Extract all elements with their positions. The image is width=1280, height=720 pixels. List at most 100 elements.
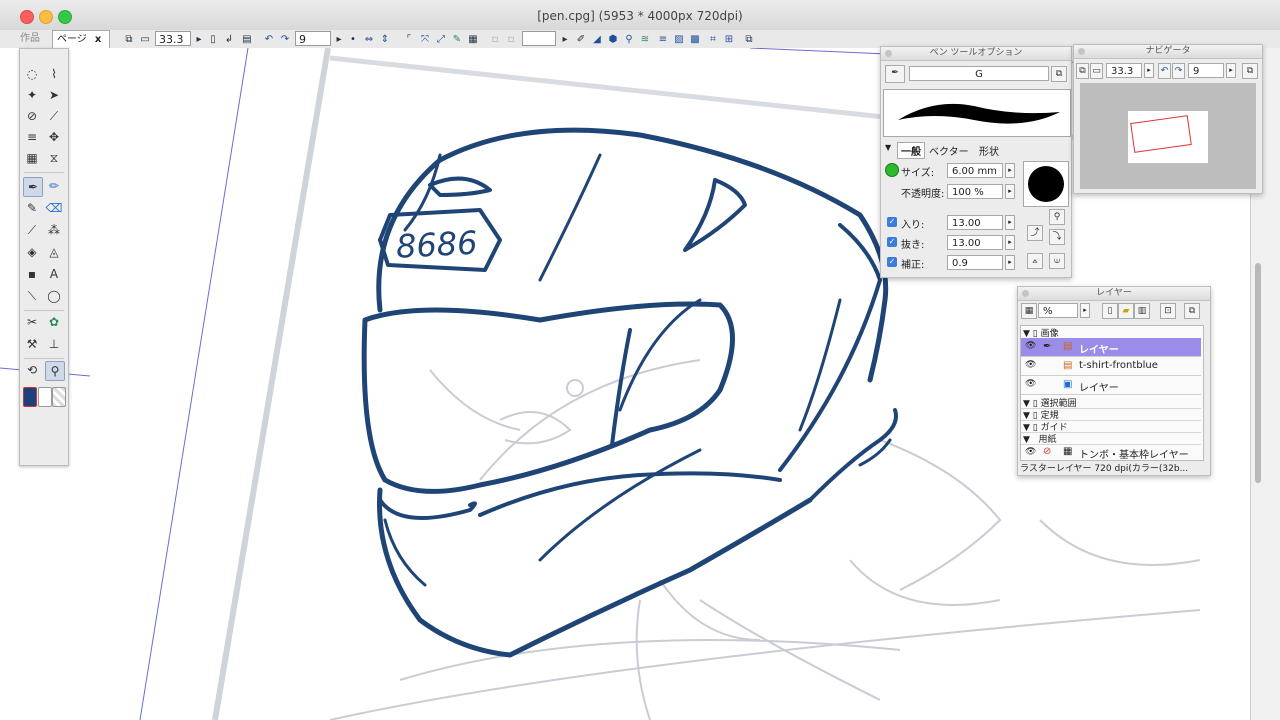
out-field[interactable]: 13.00 mm xyxy=(947,235,1003,264)
sub-color-swatch[interactable] xyxy=(38,387,52,407)
scroll-thumb[interactable] xyxy=(1255,263,1261,483)
preset-name-field[interactable]: G xyxy=(909,66,1049,81)
blend-mode-icon[interactable]: ▦ xyxy=(1021,303,1037,319)
layer-row-3[interactable]: 👁 ▣ レイヤー xyxy=(1021,376,1201,395)
zoom-stepper-icon[interactable]: ▸ xyxy=(192,32,206,46)
new-folder-icon[interactable]: ▰ xyxy=(1118,303,1134,319)
size-field[interactable]: 6.00 mm xyxy=(947,163,1003,178)
opacity-stepper[interactable]: ▸ xyxy=(1005,184,1015,199)
tabs-toggle-icon[interactable]: ▼ xyxy=(885,143,891,152)
new-page-icon[interactable]: ▯ xyxy=(206,32,220,46)
stroke-icon[interactable]: ≡ xyxy=(23,128,41,146)
visibility-eye-icon[interactable]: 👁 xyxy=(1025,360,1036,370)
nav-rotate-left-icon[interactable]: ↶ xyxy=(1158,63,1171,79)
nav-actual-icon[interactable]: ▭ xyxy=(1090,63,1103,79)
preset-menu-icon[interactable]: ⧉ xyxy=(1051,66,1067,82)
pencil-tool-icon[interactable]: ✏ xyxy=(45,177,63,195)
crop-marks-icon[interactable]: ⌜ xyxy=(402,32,416,46)
gradient-tool-icon[interactable]: ▪ xyxy=(23,265,41,283)
layer-opacity-field[interactable]: % xyxy=(1038,303,1078,318)
pressure-in-icon[interactable]: ⚲ xyxy=(1049,209,1065,225)
bucket-icon[interactable]: ⬢ xyxy=(606,32,620,46)
lasso-select-icon[interactable]: ◌ xyxy=(23,65,41,83)
opacity-field[interactable]: 100 % xyxy=(947,184,1003,199)
layer-row-paper[interactable]: 👁 ⊘ ▦ トンボ・基本枠レイヤー xyxy=(1021,444,1201,461)
out-checkbox[interactable]: ✓ xyxy=(887,237,897,247)
eyedropper-icon[interactable]: ⟋ xyxy=(45,107,63,125)
pen-mode-icon[interactable]: ✐ xyxy=(574,32,588,46)
tab-vector[interactable]: ベクター xyxy=(929,143,969,158)
transform-icon[interactable]: ⤧ xyxy=(418,32,432,46)
marker-icon[interactable]: ✎ xyxy=(23,199,41,217)
zoom-field[interactable]: 33.3 xyxy=(155,31,191,46)
tab-work[interactable]: 作品 xyxy=(16,30,44,48)
color-brush-icon[interactable]: ✿ xyxy=(45,313,63,331)
pressure-curve-icon[interactable]: ⤴ xyxy=(1027,225,1043,241)
nav-rotate-field[interactable]: 9 xyxy=(1188,63,1224,78)
correction-b-icon[interactable]: ⟒ xyxy=(1049,253,1065,269)
size-stepper[interactable]: ▸ xyxy=(1005,163,1015,178)
blank-field[interactable] xyxy=(522,31,556,46)
tab-general[interactable]: 一般 xyxy=(897,142,925,159)
nav-menu-icon[interactable]: ⧉ xyxy=(1242,63,1258,79)
preset-pen-icon[interactable]: ✒ xyxy=(885,65,905,83)
tab-page[interactable]: ページ x xyxy=(52,30,110,49)
select-color-icon[interactable]: ✎ xyxy=(450,32,464,46)
fill-tool-icon[interactable]: ◈ xyxy=(23,243,41,261)
page-turn-icon[interactable]: ↲ xyxy=(222,32,236,46)
main-color-swatch[interactable] xyxy=(23,387,37,407)
layer-menu-icon[interactable]: ⧉ xyxy=(1184,303,1200,319)
rotate-left-icon[interactable]: ↶ xyxy=(262,32,276,46)
tab-shape[interactable]: 形状 xyxy=(979,143,999,158)
magic-wand-icon[interactable]: ✦ xyxy=(23,86,41,104)
grid-icon[interactable]: ▦ xyxy=(466,32,480,46)
fill-mode-icon[interactable]: ◢ xyxy=(590,32,604,46)
delete-layer-icon[interactable]: ▥ xyxy=(1134,303,1150,319)
airbrush-icon[interactable]: ⁂ xyxy=(45,221,63,239)
lock-layer-icon[interactable]: ⊡ xyxy=(1160,303,1176,319)
eraser-icon[interactable]: ⌫ xyxy=(45,199,63,217)
actual-size-icon[interactable]: ▭ xyxy=(138,32,152,46)
nav-rotate-stepper[interactable]: ▸ xyxy=(1226,63,1236,78)
gradient-icon[interactable]: ≋ xyxy=(638,32,652,46)
correction-field[interactable]: 0.9 xyxy=(947,255,1003,270)
out-stepper[interactable]: ▸ xyxy=(1005,235,1015,250)
rotate-stepper-icon[interactable]: ▸ xyxy=(332,32,346,46)
brush-icon[interactable]: ⟋ xyxy=(23,221,41,239)
visibility-eye-icon[interactable]: 👁 xyxy=(1025,379,1036,389)
correction-stepper[interactable]: ▸ xyxy=(1005,255,1015,270)
copy-icon[interactable]: ▫ xyxy=(504,32,518,46)
flip-horizontal-icon[interactable]: ⇔ xyxy=(362,32,376,46)
stamp-icon[interactable]: ⊥ xyxy=(45,335,63,353)
layer-row-2[interactable]: 👁 ▤ t-shirt-frontblue xyxy=(1021,357,1201,376)
panel-close-icon[interactable] xyxy=(885,50,892,57)
correction-checkbox[interactable]: ✓ xyxy=(887,257,897,267)
paste-icon[interactable]: ▫ xyxy=(488,32,502,46)
in-stepper[interactable]: ▸ xyxy=(1005,215,1015,230)
fit-window-icon[interactable]: ⧉ xyxy=(122,32,136,46)
in-field[interactable]: 13.00 mm xyxy=(947,215,1003,244)
layer-close-icon[interactable] xyxy=(1022,290,1029,297)
zoom-tool-icon[interactable]: ⚲ xyxy=(45,361,65,381)
tone-icon[interactable]: ≡ xyxy=(656,32,670,46)
transparent-color-swatch[interactable] xyxy=(52,387,66,407)
nav-fit-icon[interactable]: ⧉ xyxy=(1076,63,1089,79)
navigator-preview[interactable] xyxy=(1080,83,1256,189)
layer-opacity-stepper[interactable]: ▸ xyxy=(1080,303,1090,318)
pen-tool-icon[interactable]: ✒ xyxy=(23,177,43,197)
move-icon[interactable]: ✥ xyxy=(45,128,63,146)
reset-rotate-icon[interactable]: • xyxy=(346,32,360,46)
new-layer-icon[interactable]: ▯ xyxy=(1102,303,1118,319)
toolbar-menu-icon[interactable]: ⧉ xyxy=(742,32,756,46)
ruler-grid-icon[interactable]: ⌗ xyxy=(706,32,720,46)
link-icon[interactable]: ⚲ xyxy=(622,32,636,46)
nav-zoom-stepper[interactable]: ▸ xyxy=(1144,63,1154,78)
hatch-icon[interactable]: ▩ xyxy=(688,32,702,46)
polygon-select-icon[interactable]: ⌇ xyxy=(45,65,63,83)
tone-scrape-icon[interactable]: ✂ xyxy=(23,313,41,331)
object-select-icon[interactable]: ➤ xyxy=(45,86,63,104)
stepper-icon[interactable]: ▸ xyxy=(558,32,572,46)
tab-close-icon[interactable]: x xyxy=(95,34,101,45)
perspective-grid-icon[interactable]: ⊞ xyxy=(722,32,736,46)
screen-tone-icon[interactable]: ▨ xyxy=(672,32,686,46)
